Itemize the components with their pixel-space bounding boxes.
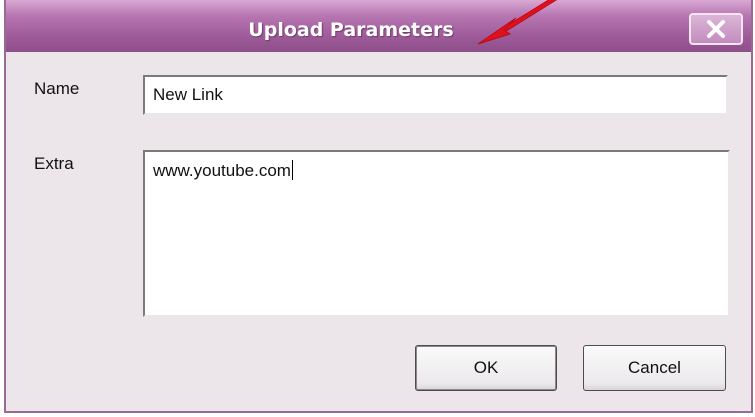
extra-textarea-value: www.youtube.com — [153, 161, 291, 180]
upload-parameters-dialog: Upload Parameters Name New Link Extra ww… — [4, 0, 753, 413]
ok-button[interactable]: OK — [415, 345, 557, 391]
extra-textarea[interactable]: www.youtube.com — [143, 150, 730, 317]
dialog-title: Upload Parameters — [248, 19, 454, 41]
name-field-value: New Link — [153, 85, 223, 104]
text-caret — [291, 160, 293, 180]
cancel-button[interactable]: Cancel — [583, 345, 726, 391]
screenshot: Upload Parameters Name New Link Extra ww… — [0, 0, 755, 417]
close-button[interactable] — [689, 13, 743, 45]
red-arrow-icon — [477, 0, 558, 45]
close-x-icon — [707, 20, 725, 38]
name-label: Name — [34, 79, 80, 98]
extra-label: Extra — [34, 154, 74, 173]
name-field[interactable]: New Link — [143, 75, 728, 115]
title-bar[interactable]: Upload Parameters — [6, 0, 751, 52]
